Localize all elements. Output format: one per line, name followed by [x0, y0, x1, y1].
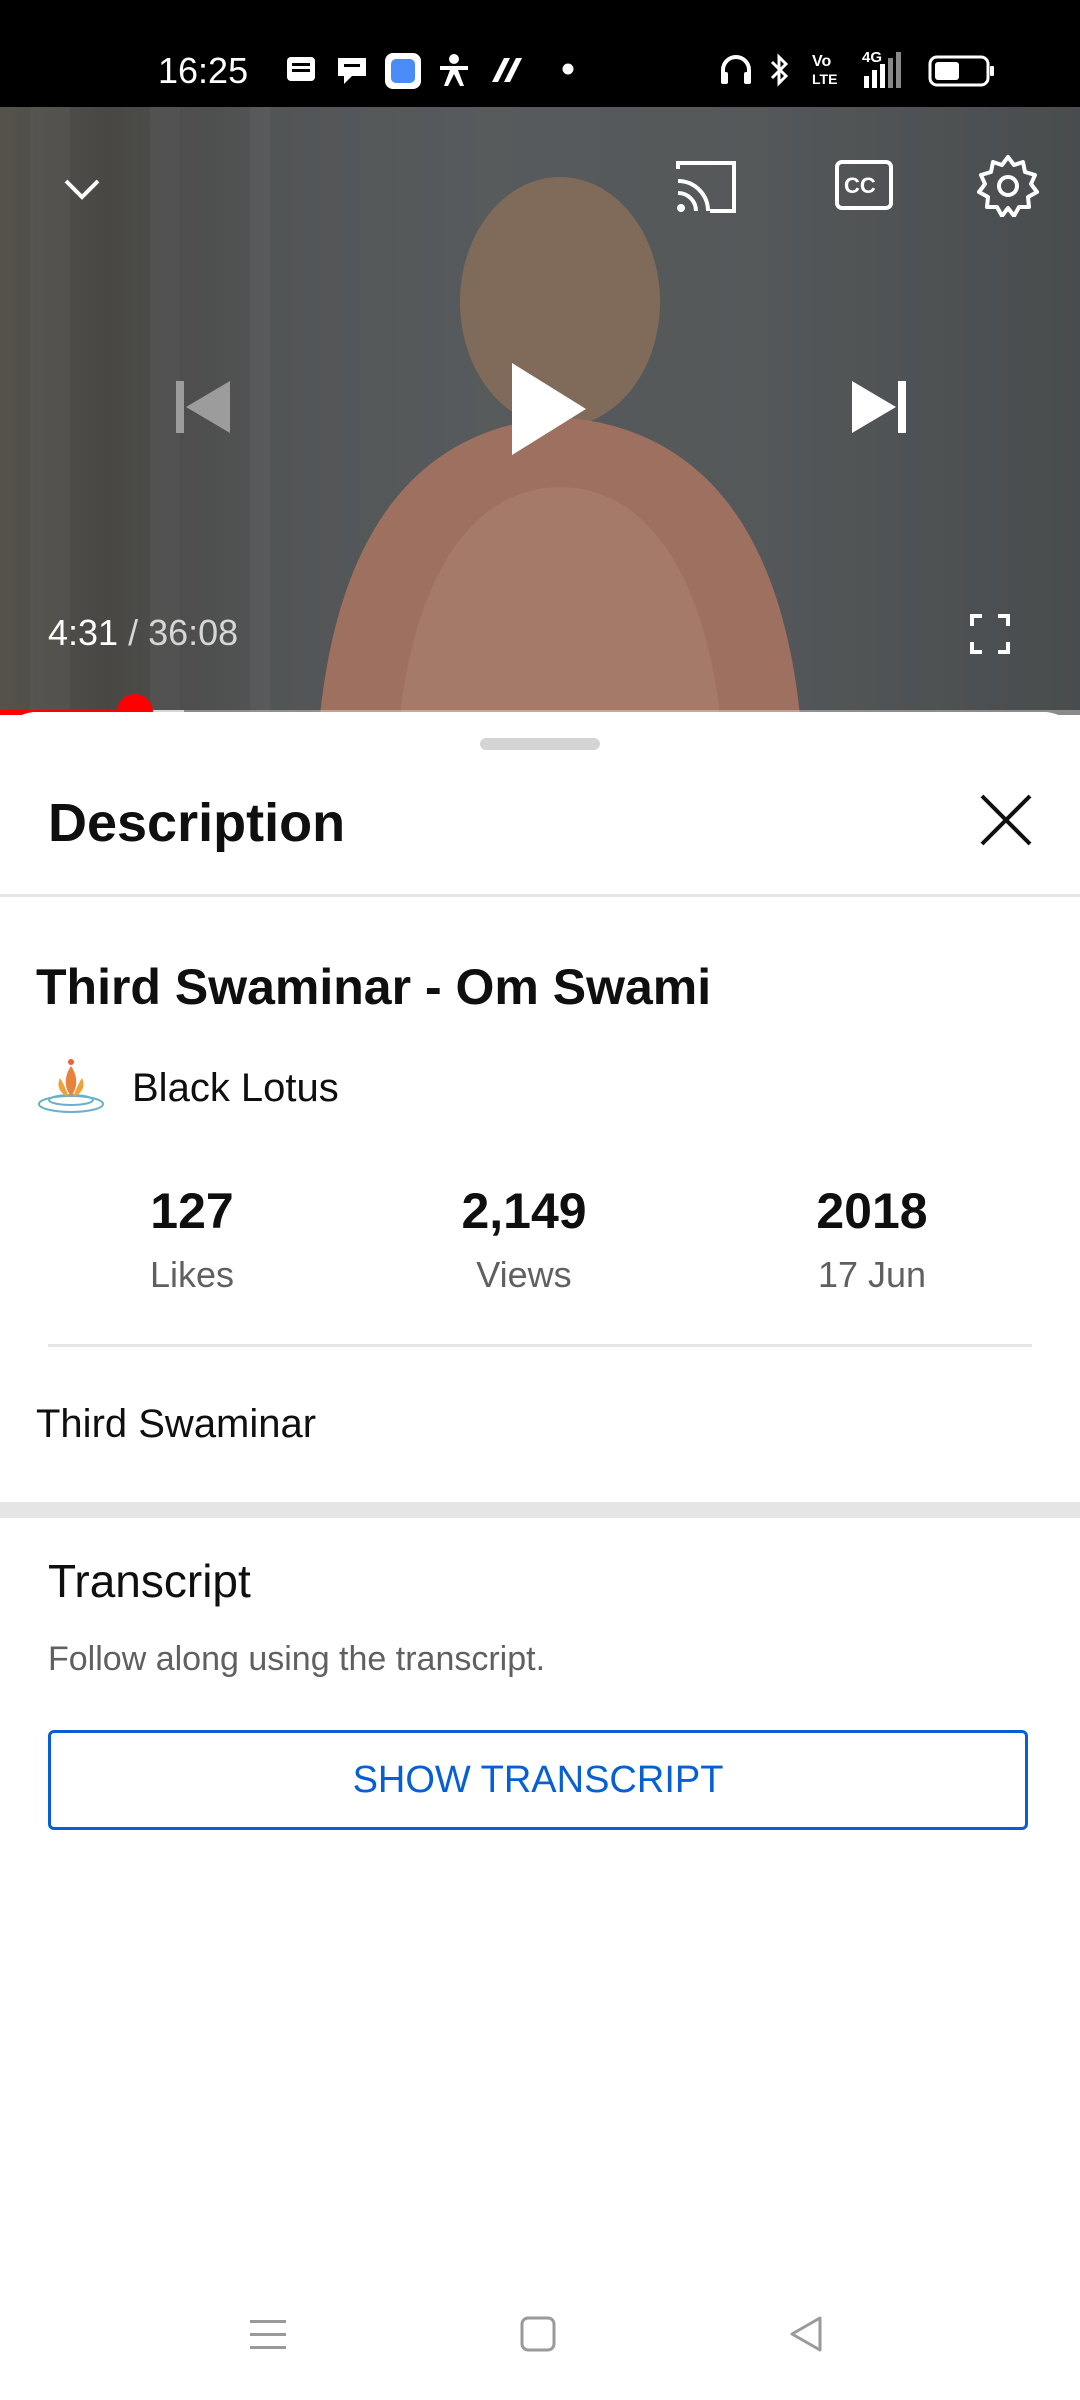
- previous-icon[interactable]: [172, 377, 234, 442]
- home-icon[interactable]: [518, 2314, 558, 2359]
- drag-handle[interactable]: [480, 738, 600, 750]
- play-icon[interactable]: [508, 359, 590, 464]
- video-player[interactable]: CC 4:31 / 36:08: [0, 107, 1080, 715]
- current-time: 4:31: [48, 612, 119, 653]
- status-time: 16:25: [158, 50, 249, 91]
- app-icon-2: [488, 52, 526, 93]
- headphones-icon: [718, 52, 754, 93]
- date-label: 17 Jun: [817, 1254, 927, 1295]
- dot-icon: [562, 62, 574, 80]
- divider: [48, 1344, 1032, 1347]
- minimize-icon[interactable]: [60, 167, 104, 216]
- panel-title: Description: [48, 793, 346, 853]
- time-display: 4:31 / 36:08: [48, 612, 238, 654]
- description-sheet: Description Third Swaminar - Om Swami Bl…: [0, 712, 1080, 2292]
- menu-icon[interactable]: [248, 2314, 288, 2359]
- next-icon[interactable]: [848, 377, 910, 442]
- transcript-title: Transcript: [48, 1555, 251, 1607]
- likes-stat: 127 Likes: [92, 1182, 292, 1296]
- likes-value: 127: [150, 1183, 234, 1239]
- views-stat: 2,149 Views: [424, 1182, 624, 1296]
- video-title: Third Swaminar - Om Swami: [36, 959, 712, 1015]
- duration: 36:08: [148, 612, 239, 653]
- battery-icon: [928, 54, 996, 93]
- message-icon: [284, 52, 318, 91]
- svg-text:Vo: Vo: [812, 53, 831, 70]
- time-separator: /: [118, 612, 149, 653]
- close-icon[interactable]: [976, 790, 1036, 850]
- views-label: Views: [476, 1254, 572, 1295]
- svg-text:CC: CC: [844, 173, 876, 198]
- fullscreen-icon[interactable]: [970, 614, 1010, 659]
- channel-name[interactable]: Black Lotus: [132, 1066, 339, 1111]
- signal-4g-icon: 4G: [862, 48, 906, 95]
- accessibility-icon: [436, 52, 472, 93]
- navigation-bar: [0, 2292, 1080, 2400]
- svg-text:LTE: LTE: [812, 71, 837, 87]
- status-bar: 16:25 Vo LTE 4G: [0, 0, 1080, 107]
- cast-icon[interactable]: [674, 159, 738, 220]
- chat-icon: [334, 52, 370, 93]
- svg-text:4G: 4G: [862, 49, 882, 66]
- app-icon: [384, 52, 422, 95]
- captions-icon[interactable]: CC: [834, 159, 894, 216]
- date-stat: 2018 17 Jun: [772, 1182, 972, 1296]
- channel-avatar[interactable]: [36, 1052, 106, 1122]
- back-icon[interactable]: [786, 2314, 826, 2359]
- section-separator: [0, 1502, 1080, 1518]
- bluetooth-icon: [766, 52, 794, 93]
- year-value: 2018: [816, 1183, 928, 1239]
- stats-row: 127 Likes 2,149 Views 2018 17 Jun: [0, 1182, 1080, 1302]
- description-text: Third Swaminar: [36, 1402, 317, 1446]
- likes-label: Likes: [149, 1254, 235, 1295]
- transcript-subtitle: Follow along using the transcript.: [48, 1640, 546, 1678]
- settings-icon[interactable]: [976, 153, 1040, 222]
- show-transcript-button[interactable]: SHOW TRANSCRIPT: [48, 1730, 1028, 1830]
- views-value: 2,149: [461, 1183, 587, 1239]
- volte-icon: Vo LTE: [810, 50, 840, 95]
- divider: [0, 894, 1080, 897]
